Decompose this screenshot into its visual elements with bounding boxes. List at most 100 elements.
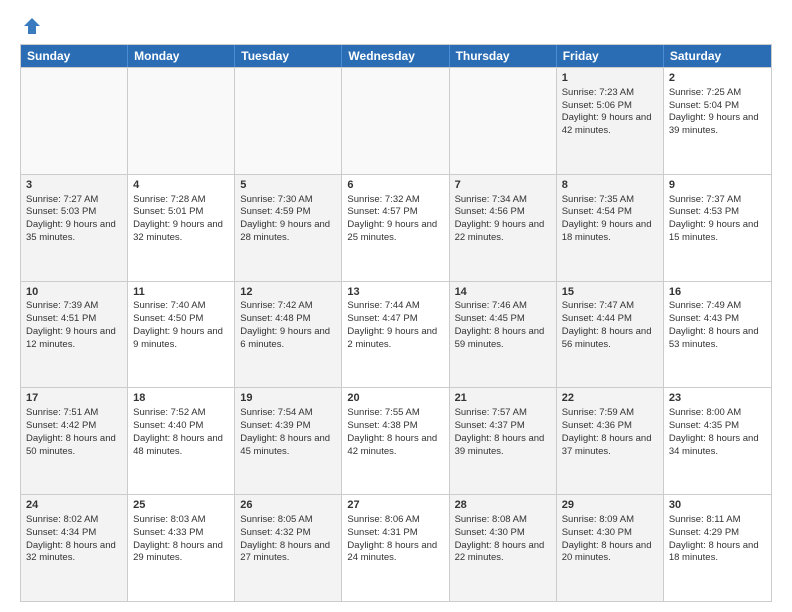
day-number: 24: [26, 498, 122, 513]
day-cell-15: 15Sunrise: 7:47 AM Sunset: 4:44 PM Dayli…: [557, 282, 664, 388]
day-number: 6: [347, 178, 443, 193]
day-number: 9: [669, 178, 766, 193]
day-info: Sunrise: 7:35 AM Sunset: 4:54 PM Dayligh…: [562, 194, 652, 243]
weekday-header-wednesday: Wednesday: [342, 45, 449, 67]
day-info: Sunrise: 7:37 AM Sunset: 4:53 PM Dayligh…: [669, 194, 759, 243]
day-cell-28: 28Sunrise: 8:08 AM Sunset: 4:30 PM Dayli…: [450, 495, 557, 601]
day-number: 17: [26, 391, 122, 406]
weekday-header-monday: Monday: [128, 45, 235, 67]
weekday-header-friday: Friday: [557, 45, 664, 67]
day-number: 13: [347, 285, 443, 300]
day-cell-23: 23Sunrise: 8:00 AM Sunset: 4:35 PM Dayli…: [664, 388, 771, 494]
day-info: Sunrise: 7:47 AM Sunset: 4:44 PM Dayligh…: [562, 300, 652, 349]
calendar-row-2: 10Sunrise: 7:39 AM Sunset: 4:51 PM Dayli…: [21, 281, 771, 388]
weekday-header-saturday: Saturday: [664, 45, 771, 67]
day-cell-12: 12Sunrise: 7:42 AM Sunset: 4:48 PM Dayli…: [235, 282, 342, 388]
day-number: 1: [562, 71, 658, 86]
day-info: Sunrise: 7:57 AM Sunset: 4:37 PM Dayligh…: [455, 407, 545, 456]
day-cell-26: 26Sunrise: 8:05 AM Sunset: 4:32 PM Dayli…: [235, 495, 342, 601]
calendar-body: 1Sunrise: 7:23 AM Sunset: 5:06 PM Daylig…: [21, 67, 771, 601]
day-info: Sunrise: 8:06 AM Sunset: 4:31 PM Dayligh…: [347, 514, 437, 563]
day-info: Sunrise: 8:00 AM Sunset: 4:35 PM Dayligh…: [669, 407, 759, 456]
day-info: Sunrise: 7:34 AM Sunset: 4:56 PM Dayligh…: [455, 194, 545, 243]
page: SundayMondayTuesdayWednesdayThursdayFrid…: [0, 0, 792, 612]
day-number: 2: [669, 71, 766, 86]
day-cell-18: 18Sunrise: 7:52 AM Sunset: 4:40 PM Dayli…: [128, 388, 235, 494]
day-info: Sunrise: 8:03 AM Sunset: 4:33 PM Dayligh…: [133, 514, 223, 563]
day-info: Sunrise: 7:51 AM Sunset: 4:42 PM Dayligh…: [26, 407, 116, 456]
day-info: Sunrise: 7:25 AM Sunset: 5:04 PM Dayligh…: [669, 87, 759, 136]
day-info: Sunrise: 8:02 AM Sunset: 4:34 PM Dayligh…: [26, 514, 116, 563]
header: [20, 16, 772, 36]
day-number: 5: [240, 178, 336, 193]
day-cell-1: 1Sunrise: 7:23 AM Sunset: 5:06 PM Daylig…: [557, 68, 664, 174]
day-info: Sunrise: 7:23 AM Sunset: 5:06 PM Dayligh…: [562, 87, 652, 136]
day-cell-21: 21Sunrise: 7:57 AM Sunset: 4:37 PM Dayli…: [450, 388, 557, 494]
day-number: 19: [240, 391, 336, 406]
day-info: Sunrise: 7:49 AM Sunset: 4:43 PM Dayligh…: [669, 300, 759, 349]
weekday-header-thursday: Thursday: [450, 45, 557, 67]
day-number: 30: [669, 498, 766, 513]
day-info: Sunrise: 7:27 AM Sunset: 5:03 PM Dayligh…: [26, 194, 116, 243]
day-number: 15: [562, 285, 658, 300]
day-cell-13: 13Sunrise: 7:44 AM Sunset: 4:47 PM Dayli…: [342, 282, 449, 388]
day-number: 25: [133, 498, 229, 513]
calendar-row-0: 1Sunrise: 7:23 AM Sunset: 5:06 PM Daylig…: [21, 67, 771, 174]
day-info: Sunrise: 7:28 AM Sunset: 5:01 PM Dayligh…: [133, 194, 223, 243]
day-cell-19: 19Sunrise: 7:54 AM Sunset: 4:39 PM Dayli…: [235, 388, 342, 494]
day-cell-3: 3Sunrise: 7:27 AM Sunset: 5:03 PM Daylig…: [21, 175, 128, 281]
calendar-header: SundayMondayTuesdayWednesdayThursdayFrid…: [21, 45, 771, 67]
day-info: Sunrise: 7:55 AM Sunset: 4:38 PM Dayligh…: [347, 407, 437, 456]
calendar: SundayMondayTuesdayWednesdayThursdayFrid…: [20, 44, 772, 602]
day-info: Sunrise: 7:44 AM Sunset: 4:47 PM Dayligh…: [347, 300, 437, 349]
day-info: Sunrise: 7:54 AM Sunset: 4:39 PM Dayligh…: [240, 407, 330, 456]
day-cell-7: 7Sunrise: 7:34 AM Sunset: 4:56 PM Daylig…: [450, 175, 557, 281]
day-cell-22: 22Sunrise: 7:59 AM Sunset: 4:36 PM Dayli…: [557, 388, 664, 494]
day-cell-8: 8Sunrise: 7:35 AM Sunset: 4:54 PM Daylig…: [557, 175, 664, 281]
day-info: Sunrise: 8:05 AM Sunset: 4:32 PM Dayligh…: [240, 514, 330, 563]
day-cell-10: 10Sunrise: 7:39 AM Sunset: 4:51 PM Dayli…: [21, 282, 128, 388]
day-info: Sunrise: 7:32 AM Sunset: 4:57 PM Dayligh…: [347, 194, 437, 243]
day-number: 4: [133, 178, 229, 193]
day-cell-16: 16Sunrise: 7:49 AM Sunset: 4:43 PM Dayli…: [664, 282, 771, 388]
day-number: 21: [455, 391, 551, 406]
day-number: 27: [347, 498, 443, 513]
day-cell-27: 27Sunrise: 8:06 AM Sunset: 4:31 PM Dayli…: [342, 495, 449, 601]
day-number: 26: [240, 498, 336, 513]
day-number: 3: [26, 178, 122, 193]
empty-cell-0-1: [128, 68, 235, 174]
day-number: 29: [562, 498, 658, 513]
day-info: Sunrise: 8:08 AM Sunset: 4:30 PM Dayligh…: [455, 514, 545, 563]
day-number: 14: [455, 285, 551, 300]
day-cell-30: 30Sunrise: 8:11 AM Sunset: 4:29 PM Dayli…: [664, 495, 771, 601]
logo-icon: [22, 16, 42, 36]
day-info: Sunrise: 7:42 AM Sunset: 4:48 PM Dayligh…: [240, 300, 330, 349]
day-info: Sunrise: 7:46 AM Sunset: 4:45 PM Dayligh…: [455, 300, 545, 349]
day-cell-20: 20Sunrise: 7:55 AM Sunset: 4:38 PM Dayli…: [342, 388, 449, 494]
empty-cell-0-4: [450, 68, 557, 174]
logo: [20, 16, 42, 36]
day-number: 28: [455, 498, 551, 513]
day-cell-11: 11Sunrise: 7:40 AM Sunset: 4:50 PM Dayli…: [128, 282, 235, 388]
day-number: 8: [562, 178, 658, 193]
day-number: 7: [455, 178, 551, 193]
day-info: Sunrise: 8:11 AM Sunset: 4:29 PM Dayligh…: [669, 514, 759, 563]
day-number: 10: [26, 285, 122, 300]
day-cell-6: 6Sunrise: 7:32 AM Sunset: 4:57 PM Daylig…: [342, 175, 449, 281]
day-cell-4: 4Sunrise: 7:28 AM Sunset: 5:01 PM Daylig…: [128, 175, 235, 281]
day-cell-9: 9Sunrise: 7:37 AM Sunset: 4:53 PM Daylig…: [664, 175, 771, 281]
day-number: 20: [347, 391, 443, 406]
day-cell-25: 25Sunrise: 8:03 AM Sunset: 4:33 PM Dayli…: [128, 495, 235, 601]
day-number: 11: [133, 285, 229, 300]
day-number: 23: [669, 391, 766, 406]
day-number: 18: [133, 391, 229, 406]
empty-cell-0-3: [342, 68, 449, 174]
weekday-header-tuesday: Tuesday: [235, 45, 342, 67]
day-cell-24: 24Sunrise: 8:02 AM Sunset: 4:34 PM Dayli…: [21, 495, 128, 601]
day-info: Sunrise: 7:40 AM Sunset: 4:50 PM Dayligh…: [133, 300, 223, 349]
day-number: 16: [669, 285, 766, 300]
day-cell-29: 29Sunrise: 8:09 AM Sunset: 4:30 PM Dayli…: [557, 495, 664, 601]
calendar-row-4: 24Sunrise: 8:02 AM Sunset: 4:34 PM Dayli…: [21, 494, 771, 601]
day-number: 22: [562, 391, 658, 406]
day-info: Sunrise: 7:52 AM Sunset: 4:40 PM Dayligh…: [133, 407, 223, 456]
